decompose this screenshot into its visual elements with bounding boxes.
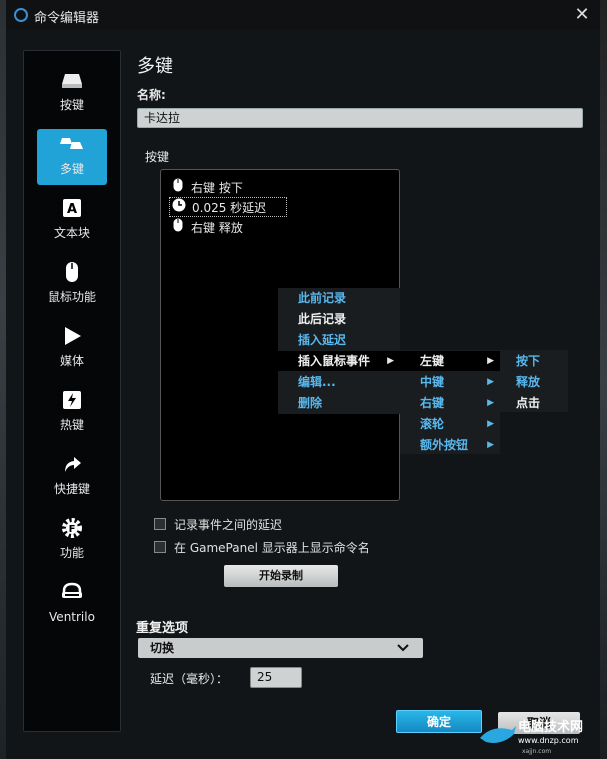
submenu-arrow-icon: ▶ xyxy=(387,356,394,366)
sidebar-item-media[interactable]: 媒体 xyxy=(37,321,107,377)
menu-item-press[interactable]: 按下 xyxy=(500,351,568,371)
menu-item-edit[interactable]: 编辑... xyxy=(278,372,400,392)
ok-button[interactable]: 确定 xyxy=(396,710,482,733)
watermark-logo-icon xyxy=(480,726,516,743)
menu-item-wheel[interactable]: 滚轮 ▶ xyxy=(400,414,500,434)
key-icon xyxy=(37,69,107,97)
sidebar-item-label: 热键 xyxy=(59,418,84,432)
delay-input[interactable]: 25 xyxy=(250,667,302,688)
watermark-subtext: xajjn.com xyxy=(522,748,552,755)
sidebar-item-label: 功能 xyxy=(59,546,84,560)
list-item-text: 右键 释放 xyxy=(191,221,243,235)
menu-item-label: 右键 xyxy=(420,396,445,410)
watermark-url: www.dnzp.com xyxy=(518,736,579,745)
hotkey-icon xyxy=(37,389,107,417)
checkbox-label: 记录事件之间的延迟 xyxy=(174,518,283,532)
sidebar-item-text-block[interactable]: A 文本块 xyxy=(37,193,107,249)
headset-icon xyxy=(37,581,107,609)
menu-item-label: 左键 xyxy=(420,354,445,368)
mouse-icon xyxy=(169,218,187,237)
record-delays-checkbox[interactable]: 记录事件之间的延迟 xyxy=(154,517,282,533)
submenu-arrow-icon: ▶ xyxy=(487,377,494,387)
play-icon xyxy=(37,325,107,353)
sidebar-item-function[interactable]: F 功能 xyxy=(37,513,107,569)
menu-item-release[interactable]: 释放 xyxy=(500,372,568,392)
name-label: 名称: xyxy=(137,88,166,102)
list-item-text: 0.025 秒延迟 xyxy=(192,201,267,215)
close-icon[interactable]: ✕ xyxy=(572,4,592,25)
watermark: 电脑技术网 www.dnzp.com xajjn.com xyxy=(478,716,602,756)
shortcut-arrow-icon xyxy=(37,453,107,481)
menu-item-extra-buttons[interactable]: 额外按钮 ▶ xyxy=(400,435,500,455)
checkbox-box[interactable] xyxy=(154,518,166,530)
menu-item-label: 插入鼠标事件 xyxy=(298,354,371,368)
mouse-icon xyxy=(37,261,107,289)
sidebar-item-multikey[interactable]: 多键 xyxy=(37,129,107,185)
sidebar-item-label: 按键 xyxy=(59,98,84,112)
keys-label: 按键 xyxy=(145,150,170,164)
watermark-text: 电脑技术网 xyxy=(518,720,584,735)
menu-item-delete[interactable]: 删除 xyxy=(278,393,400,413)
delay-label: 延迟（毫秒）： xyxy=(150,672,229,686)
svg-text:A: A xyxy=(67,202,77,217)
submenu-arrow-icon: ▶ xyxy=(487,398,494,408)
sidebar-item-label: 文本块 xyxy=(53,226,90,240)
menu-item-label: 中键 xyxy=(420,375,445,389)
title-bar: 命令编辑器 ✕ xyxy=(6,0,600,30)
sidebar-item-label: 媒体 xyxy=(59,354,84,368)
start-recording-button[interactable]: 开始录制 xyxy=(224,565,338,587)
checkbox-box[interactable] xyxy=(154,541,166,553)
menu-item-previous-record[interactable]: 此前记录 xyxy=(278,288,400,308)
text-block-icon: A xyxy=(37,197,107,225)
sidebar-item-keystroke[interactable]: 按键 xyxy=(37,65,107,121)
menu-item-label: 额外按钮 xyxy=(420,438,469,452)
sidebar-item-label: Ventrilo xyxy=(49,610,95,624)
menu-item-left-button[interactable]: 左键 ▶ xyxy=(400,351,500,371)
submenu-arrow-icon: ▶ xyxy=(487,356,494,366)
menu-item-click[interactable]: 点击 xyxy=(500,393,568,413)
sidebar-item-hotkey[interactable]: 热键 xyxy=(37,385,107,441)
repeat-mode-value: 切换 xyxy=(150,641,175,655)
list-item[interactable]: 右键 释放 xyxy=(169,218,243,236)
submenu-arrow-icon: ▶ xyxy=(487,419,494,429)
menu-item-middle-button[interactable]: 中键 ▶ xyxy=(400,372,500,392)
command-type-sidebar: 按键 多键 A 文本块 鼠标功能 媒体 热键 快捷键 F 功能 Ventrilo xyxy=(23,50,121,732)
sidebar-item-label: 鼠标功能 xyxy=(47,290,96,304)
context-menu: 此前记录 此后记录 插入延迟 插入鼠标事件 ▶ 编辑... 删除 xyxy=(278,288,400,414)
gear-icon: F xyxy=(37,517,107,545)
window-title: 命令编辑器 xyxy=(34,11,100,26)
name-input[interactable]: 卡达拉 xyxy=(137,108,583,128)
chevron-down-icon xyxy=(397,638,409,658)
sidebar-item-shortcut[interactable]: 快捷键 xyxy=(37,449,107,505)
repeat-mode-select[interactable]: 切换 xyxy=(138,638,423,658)
sidebar-item-ventrilo[interactable]: Ventrilo xyxy=(37,577,107,633)
submenu-arrow-icon: ▶ xyxy=(487,440,494,450)
mouse-action-submenu: 按下 释放 点击 xyxy=(500,350,568,412)
list-item-text: 右键 按下 xyxy=(191,181,243,195)
menu-item-insert-delay[interactable]: 插入延迟 xyxy=(278,330,400,350)
sidebar-item-mouse-function[interactable]: 鼠标功能 xyxy=(37,257,107,313)
mouse-icon xyxy=(169,178,187,197)
repeat-options-label: 重复选项 xyxy=(136,621,189,636)
mouse-button-submenu: 左键 ▶ 中键 ▶ 右键 ▶ 滚轮 ▶ 额外按钮 ▶ xyxy=(400,350,500,454)
sidebar-item-label: 多键 xyxy=(59,162,84,176)
multikey-icon xyxy=(37,133,107,161)
page-title: 多键 xyxy=(137,56,173,77)
checkbox-label: 在 GamePanel 显示器上显示命令名 xyxy=(174,541,370,555)
svg-text:F: F xyxy=(69,524,76,535)
menu-item-insert-mouse-event[interactable]: 插入鼠标事件 ▶ xyxy=(278,351,400,371)
list-item[interactable]: 右键 按下 xyxy=(169,178,243,196)
menu-item-right-button[interactable]: 右键 ▶ xyxy=(400,393,500,413)
sidebar-item-label: 快捷键 xyxy=(53,482,90,496)
logitech-logo-icon xyxy=(14,8,28,22)
clock-icon xyxy=(170,198,188,217)
menu-item-next-record[interactable]: 此后记录 xyxy=(278,309,400,329)
gamepanel-display-checkbox[interactable]: 在 GamePanel 显示器上显示命令名 xyxy=(154,540,370,556)
menu-item-label: 滚轮 xyxy=(420,417,445,431)
list-item[interactable]: 0.025 秒延迟 xyxy=(169,197,288,217)
